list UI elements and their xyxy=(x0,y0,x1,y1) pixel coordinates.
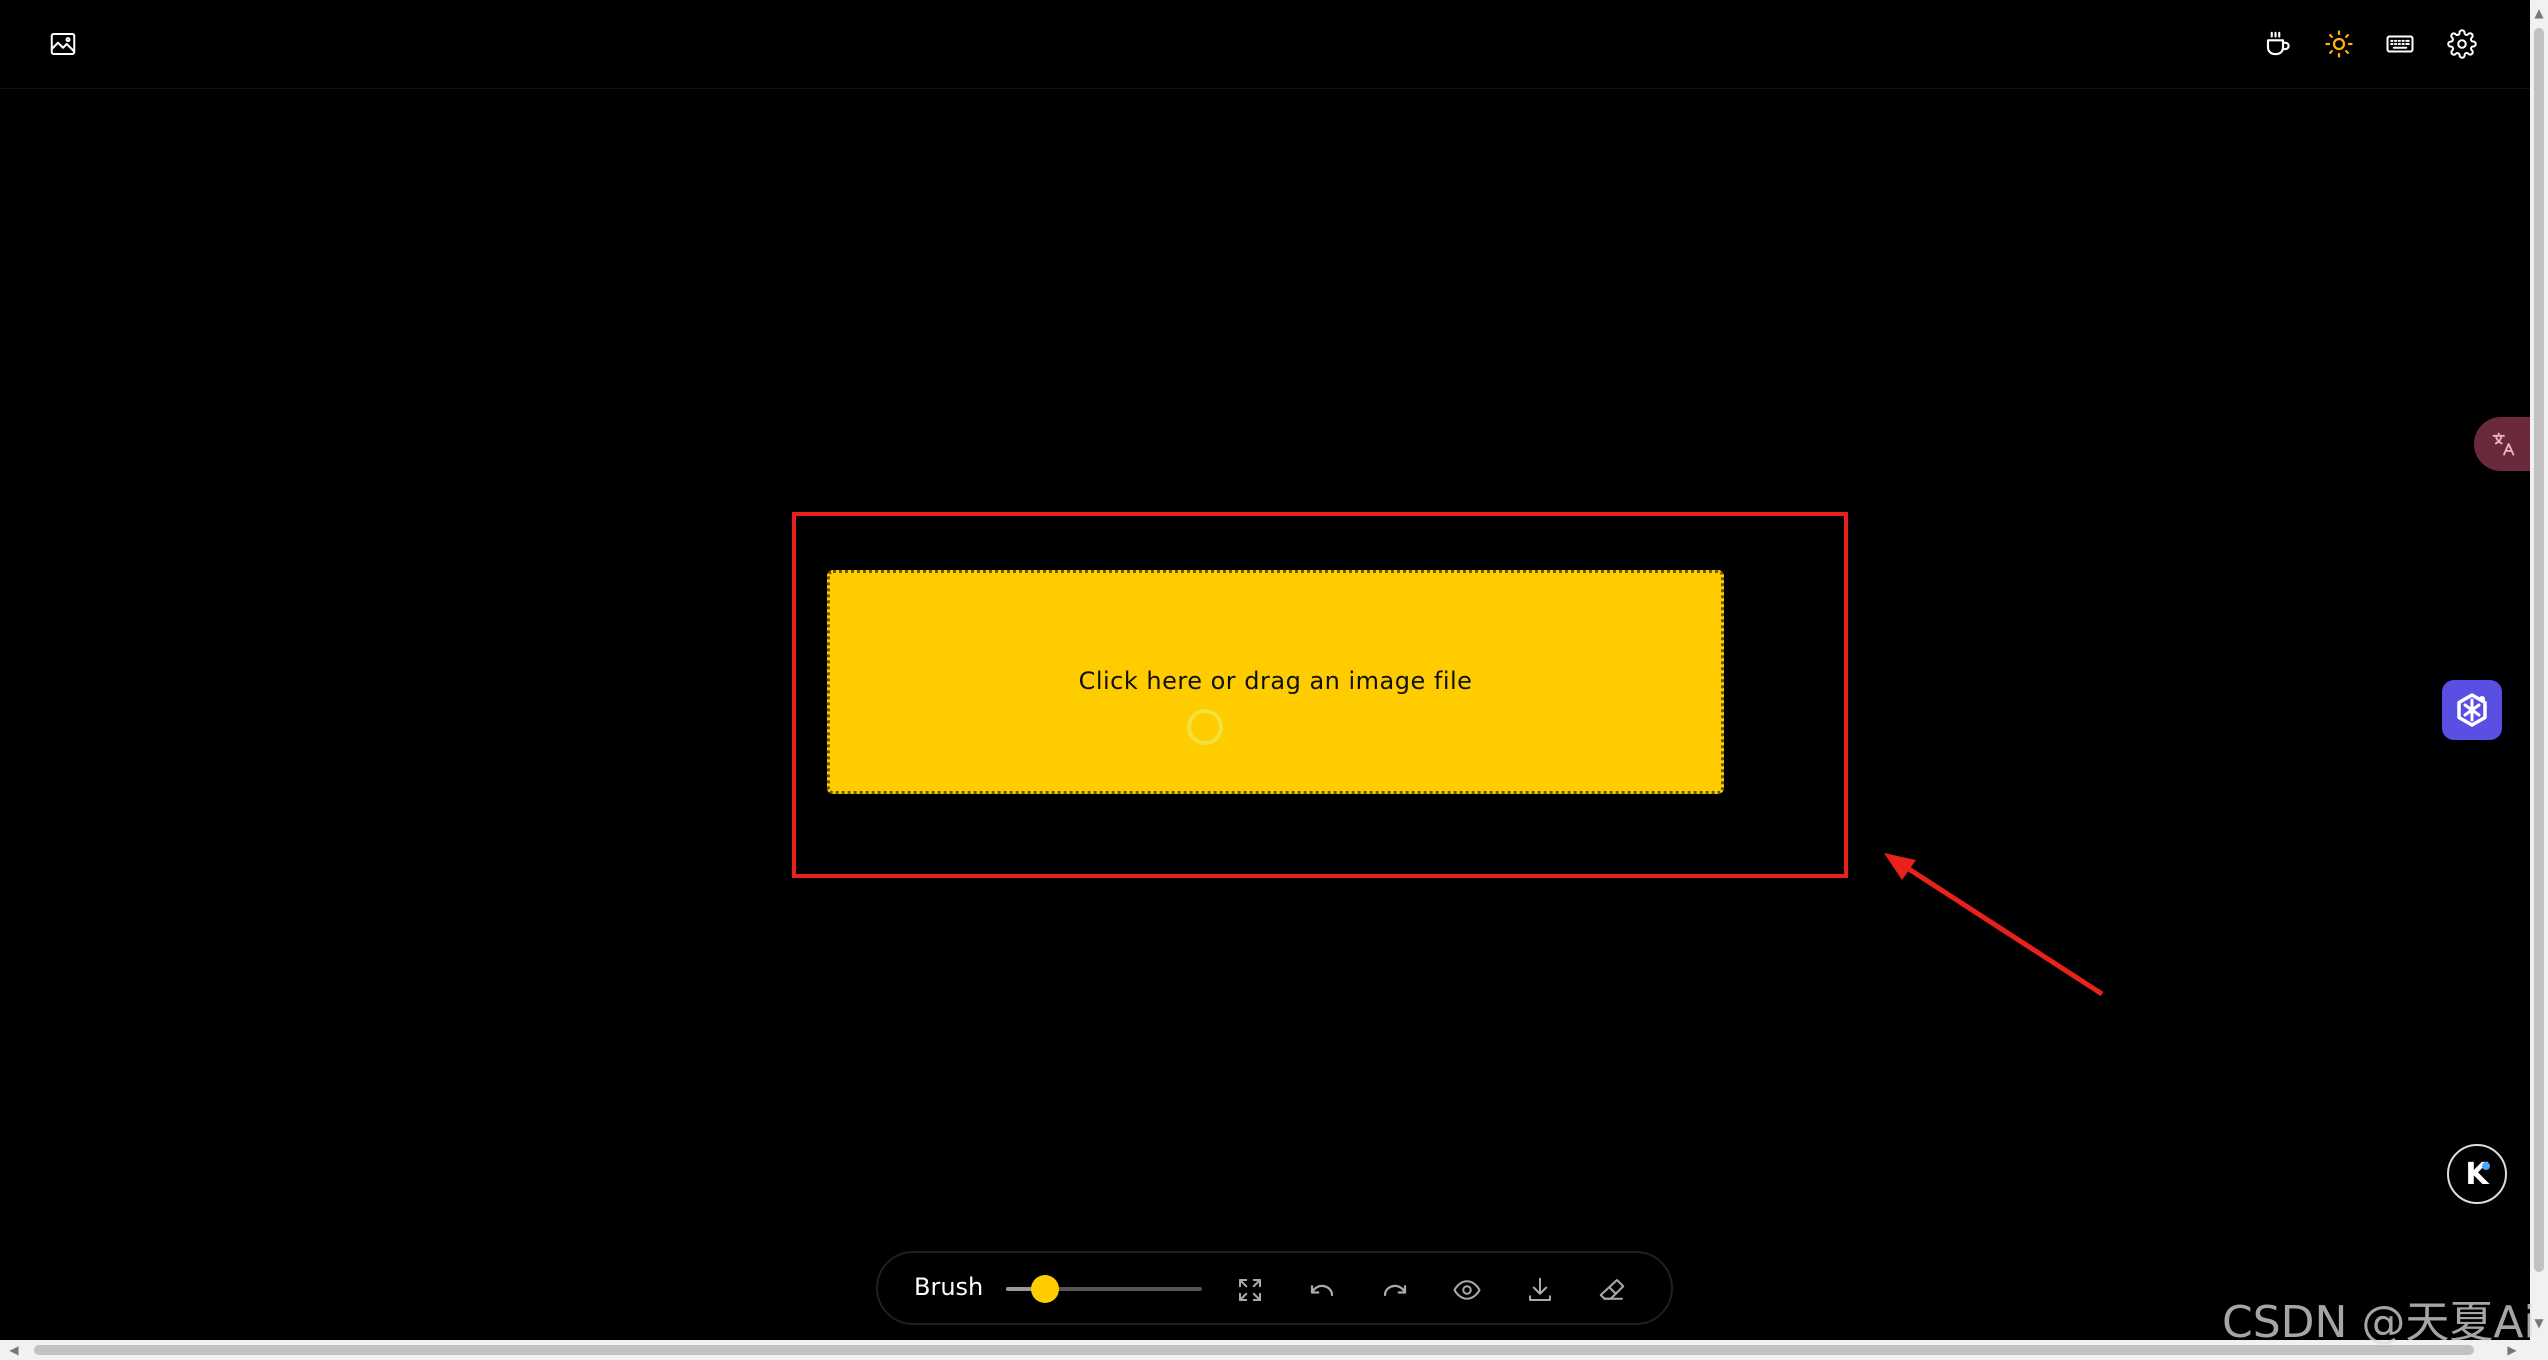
undo-icon xyxy=(1310,1284,1334,1297)
sun-icon[interactable] xyxy=(2313,18,2365,70)
top-bar xyxy=(0,0,2530,89)
redo-button[interactable] xyxy=(1375,1270,1415,1310)
undo-button[interactable] xyxy=(1302,1270,1342,1310)
annotation-arrow-icon xyxy=(1884,853,2104,997)
coffee-icon[interactable] xyxy=(2252,18,2304,70)
eraser-icon xyxy=(1599,1279,1625,1300)
download-icon xyxy=(1529,1277,1551,1301)
fullscreen-icon xyxy=(1239,1279,1261,1301)
editor-toolbar: Brush xyxy=(876,1251,1673,1325)
scroll-left-icon[interactable]: ◀ xyxy=(6,1342,22,1358)
plugin-button[interactable] xyxy=(2442,680,2502,740)
k-dot-icon xyxy=(2482,1162,2490,1170)
preview-button[interactable] xyxy=(1447,1270,1487,1310)
brush-cursor-icon xyxy=(1187,709,1223,745)
image-dropzone[interactable]: Click here or drag an image file xyxy=(827,570,1724,794)
image-icon[interactable] xyxy=(37,18,89,70)
eye-icon xyxy=(1453,1280,1481,1300)
brush-label: Brush xyxy=(914,1273,984,1301)
scroll-up-icon[interactable]: ▲ xyxy=(2534,6,2544,20)
redo-icon xyxy=(1383,1284,1407,1297)
vertical-scrollbar[interactable]: ▲ ▼ xyxy=(2530,0,2548,1340)
k-assistant-button[interactable]: K xyxy=(2447,1144,2507,1204)
plugin-icon xyxy=(2457,693,2487,727)
download-button[interactable] xyxy=(1520,1270,1560,1310)
scroll-right-icon[interactable]: ▶ xyxy=(2504,1342,2520,1358)
slider-thumb[interactable] xyxy=(1031,1275,1060,1303)
dropzone-text: Click here or drag an image file xyxy=(1078,667,1473,695)
fullscreen-button[interactable] xyxy=(1230,1270,1270,1310)
keyboard-icon[interactable] xyxy=(2374,18,2426,70)
translate-icon xyxy=(2492,432,2515,456)
eraser-button[interactable] xyxy=(1592,1270,1632,1310)
horizontal-scroll-thumb[interactable] xyxy=(34,1345,2474,1355)
scroll-down-icon[interactable]: ▼ xyxy=(2534,1316,2544,1330)
gear-icon[interactable] xyxy=(2436,18,2488,70)
vertical-scroll-thumb[interactable] xyxy=(2534,28,2544,1272)
translate-button[interactable] xyxy=(2474,417,2534,471)
horizontal-scrollbar[interactable]: ◀ ▶ xyxy=(0,1340,2548,1360)
brush-size-slider[interactable] xyxy=(1006,1275,1202,1303)
